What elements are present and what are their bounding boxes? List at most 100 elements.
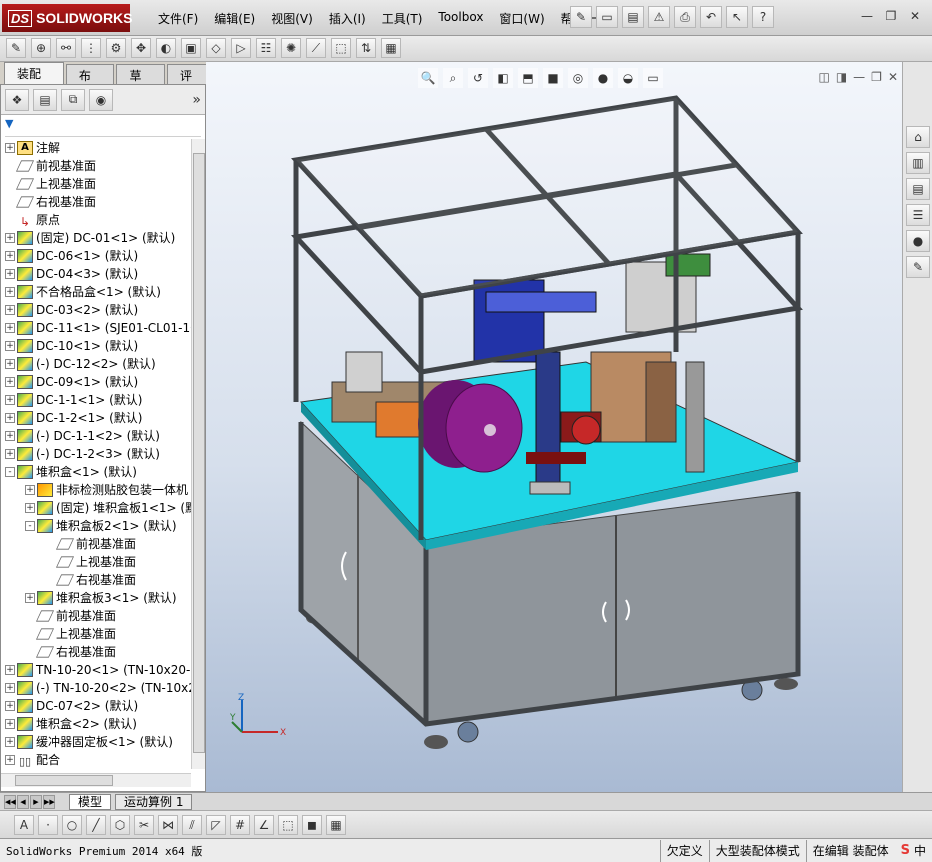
tree-node[interactable]: + DC-03<2> (默认) bbox=[1, 301, 191, 319]
tab-command-manager[interactable]: 草图 bbox=[116, 64, 166, 100]
tree-node[interactable]: 右视基准面 bbox=[1, 571, 191, 589]
graphics-area[interactable]: 🔍 ⌕ ↺ ◧ ⬒ ■ ◎ ● ◒ ▭ ◫ ◨ — ❐ ✕ Z X Y bbox=[206, 62, 902, 792]
expand-icon[interactable]: + bbox=[5, 431, 15, 441]
close-icon[interactable]: ✕ bbox=[906, 8, 924, 24]
custom-properties-icon[interactable]: ✎ bbox=[906, 256, 930, 278]
filter-icon[interactable]: ▼ bbox=[5, 117, 13, 130]
design-library-icon[interactable]: ▥ bbox=[906, 152, 930, 174]
tree-node[interactable]: + DC-07<2> (默认) bbox=[1, 697, 191, 715]
tree-node[interactable]: + (固定) 堆积盒板1<1> (默 bbox=[1, 499, 191, 517]
angle-icon[interactable]: ∠ bbox=[254, 815, 274, 835]
sogou-ime-icon[interactable]: S bbox=[901, 843, 910, 858]
tree-node[interactable]: + (-) DC-1-1<2> (默认) bbox=[1, 427, 191, 445]
expand-icon[interactable]: + bbox=[5, 683, 15, 693]
linear-pattern-icon[interactable]: ⋮ bbox=[81, 38, 101, 58]
trim-icon[interactable]: ✂ bbox=[134, 815, 154, 835]
expand-icon[interactable]: + bbox=[25, 503, 35, 513]
tree-node[interactable]: + DC-09<1> (默认) bbox=[1, 373, 191, 391]
collapse-icon[interactable]: - bbox=[25, 521, 35, 531]
mirror-icon[interactable]: ⋈ bbox=[158, 815, 178, 835]
tree-node[interactable]: - 堆积盒<1> (默认) bbox=[1, 463, 191, 481]
tree-node[interactable]: + DC-06<1> (默认) bbox=[1, 247, 191, 265]
menu-item[interactable]: 窗口(W) bbox=[491, 10, 552, 27]
prev-tab-icon[interactable]: ◀ bbox=[17, 794, 29, 809]
tab-motion-study[interactable]: 运动算例 1 bbox=[115, 793, 193, 810]
solidworks-resources-icon[interactable]: ⌂ bbox=[906, 126, 930, 148]
expand-icon[interactable]: + bbox=[5, 413, 15, 423]
tree-node[interactable]: 上视基准面 bbox=[1, 175, 191, 193]
expand-chevron-icon[interactable]: » bbox=[192, 92, 201, 108]
collapse-icon[interactable]: - bbox=[5, 467, 15, 477]
rebuild-warning-icon[interactable]: ⚠ bbox=[648, 6, 670, 28]
tree-node[interactable]: + 缓冲器固定板<1> (默认) bbox=[1, 733, 191, 751]
line-icon[interactable]: ╱ bbox=[86, 815, 106, 835]
update-speedpak-icon[interactable]: ⇅ bbox=[356, 38, 376, 58]
pin-icon[interactable]: ✎ bbox=[570, 6, 592, 28]
ime-toolbar[interactable]: S 中 bbox=[895, 842, 932, 859]
explode-line-sketch-icon[interactable]: ⟋ bbox=[306, 38, 326, 58]
expand-icon[interactable]: + bbox=[5, 359, 15, 369]
open-folder-icon[interactable]: ▤ bbox=[622, 6, 644, 28]
expand-icon[interactable]: + bbox=[5, 665, 15, 675]
expand-icon[interactable]: + bbox=[25, 485, 35, 495]
insert-components-icon[interactable]: ⊕ bbox=[31, 38, 51, 58]
new-motion-study-icon[interactable]: ▷ bbox=[231, 38, 251, 58]
expand-icon[interactable]: + bbox=[5, 449, 15, 459]
expand-icon[interactable]: + bbox=[5, 251, 15, 261]
move-component-icon[interactable]: ✥ bbox=[131, 38, 151, 58]
reference-geometry-icon[interactable]: ◇ bbox=[206, 38, 226, 58]
expand-icon[interactable]: + bbox=[5, 755, 15, 765]
expand-icon[interactable]: + bbox=[5, 233, 15, 243]
expand-icon[interactable]: + bbox=[5, 701, 15, 711]
3d-box-icon[interactable]: ⬚ bbox=[278, 815, 298, 835]
tree-node[interactable]: + DC-1-2<1> (默认) bbox=[1, 409, 191, 427]
tree-node[interactable]: 右视基准面 bbox=[1, 193, 191, 211]
tree-node[interactable]: + 非标检测贴胶包装一体机 bbox=[1, 481, 191, 499]
view-palette-icon[interactable]: ☰ bbox=[906, 204, 930, 226]
tree-node[interactable]: + (-) DC-12<2> (默认) bbox=[1, 355, 191, 373]
ime-language[interactable]: 中 bbox=[914, 842, 926, 859]
undo-icon[interactable]: ↶ bbox=[700, 6, 722, 28]
smart-dimension-icon[interactable]: ◸ bbox=[206, 815, 226, 835]
new-document-icon[interactable]: ▭ bbox=[596, 6, 618, 28]
tree-filter[interactable]: ▼ bbox=[5, 117, 201, 137]
instant3d-icon[interactable]: ⬚ bbox=[331, 38, 351, 58]
display-manager-tab-icon[interactable]: ◉ bbox=[89, 88, 113, 111]
tree-node[interactable]: + A 注解 bbox=[1, 139, 191, 157]
expand-icon[interactable]: + bbox=[5, 323, 15, 333]
tree-node[interactable]: ↳ 原点 bbox=[1, 211, 191, 229]
menu-item[interactable]: 编辑(E) bbox=[206, 10, 263, 27]
appearances-icon[interactable]: ● bbox=[906, 230, 930, 252]
menu-item[interactable]: 工具(T) bbox=[374, 10, 431, 27]
menu-item[interactable]: 插入(I) bbox=[321, 10, 374, 27]
tree-node[interactable]: + TN-10-20<1> (TN-10x20-S bbox=[1, 661, 191, 679]
shaded-cube-icon[interactable]: ◼ bbox=[302, 815, 322, 835]
tree-vertical-scrollbar[interactable] bbox=[191, 139, 205, 769]
mate-icon[interactable]: ⚯ bbox=[56, 38, 76, 58]
next-tab-icon[interactable]: ▶ bbox=[30, 794, 42, 809]
tree-node[interactable]: + DC-11<1> (SJE01-CL01-1000 bbox=[1, 319, 191, 337]
expand-icon[interactable]: + bbox=[5, 305, 15, 315]
tree-node[interactable]: 上视基准面 bbox=[1, 553, 191, 571]
expand-icon[interactable]: + bbox=[25, 593, 35, 603]
feature-manager-tab-icon[interactable]: ❖ bbox=[5, 88, 29, 111]
tree-node[interactable]: 右视基准面 bbox=[1, 643, 191, 661]
tree-node[interactable]: + 堆积盒板3<1> (默认) bbox=[1, 589, 191, 607]
first-tab-icon[interactable]: ◀◀ bbox=[4, 794, 16, 809]
tree-node[interactable]: + ▯▯ 配合 bbox=[1, 751, 191, 769]
expand-icon[interactable]: + bbox=[5, 269, 15, 279]
scroll-thumb[interactable] bbox=[193, 153, 205, 753]
tab-command-manager[interactable]: 装配体 bbox=[4, 62, 64, 98]
menu-item[interactable]: 文件(F) bbox=[150, 10, 206, 27]
help-icon[interactable]: ? bbox=[752, 6, 774, 28]
tree-node[interactable]: 前视基准面 bbox=[1, 157, 191, 175]
circle-icon[interactable]: ○ bbox=[62, 815, 82, 835]
expand-icon[interactable]: + bbox=[5, 287, 15, 297]
polygon-icon[interactable]: ⬡ bbox=[110, 815, 130, 835]
menu-item[interactable]: Toolbox bbox=[430, 10, 491, 27]
expand-icon[interactable]: + bbox=[5, 341, 15, 351]
tab-command-manager[interactable]: 布局 bbox=[65, 64, 115, 100]
tree-node[interactable]: 前视基准面 bbox=[1, 535, 191, 553]
tree-node[interactable]: + (-) TN-10-20<2> (TN-10x20 bbox=[1, 679, 191, 697]
bill-of-materials-icon[interactable]: ☷ bbox=[256, 38, 276, 58]
